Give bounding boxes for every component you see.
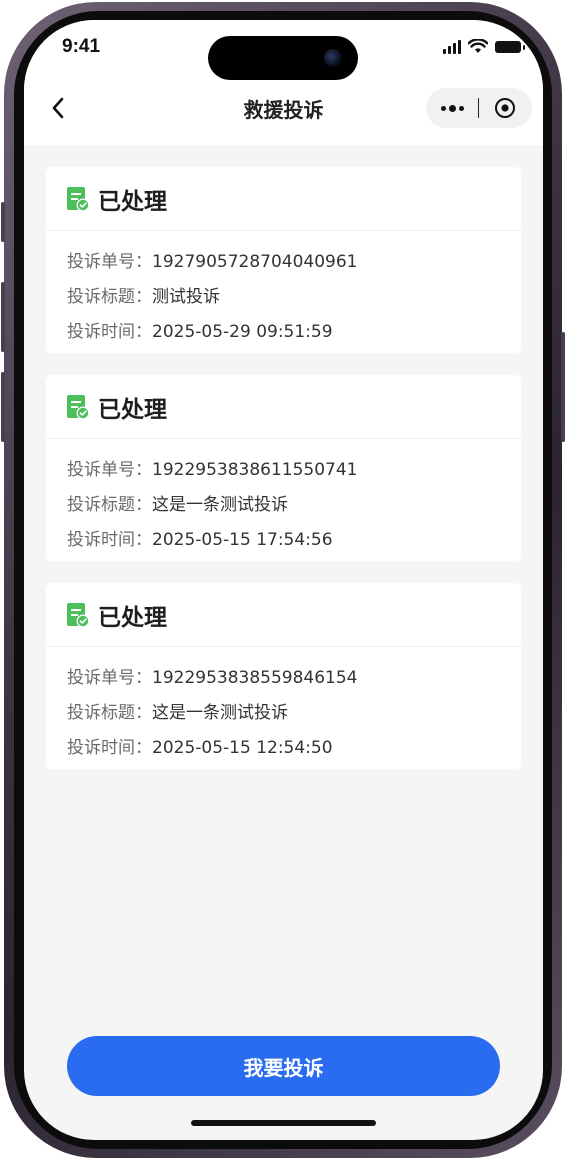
- complaint-number: 1922953838559846154: [152, 668, 358, 688]
- status-icons: [443, 39, 525, 54]
- field-label: 投诉时间：: [67, 322, 152, 342]
- card-body: 投诉单号：1922953838611550741 投诉标题：这是一条测试投诉 投…: [46, 439, 521, 558]
- mini-program-capsule: [426, 88, 532, 128]
- field-label: 投诉标题：: [67, 495, 152, 515]
- complaint-title: 测试投诉: [152, 287, 220, 307]
- complaint-number-row: 投诉单号：1927905728704040961: [67, 245, 521, 280]
- submit-complaint-button[interactable]: 我要投诉: [67, 1036, 500, 1096]
- field-label: 投诉标题：: [67, 287, 152, 307]
- document-check-icon: [67, 186, 90, 211]
- screen: 9:41 救援投诉 已处理 投诉单号：1927905728704040961 投…: [24, 20, 543, 1140]
- complaint-time-row: 投诉时间：2025-05-15 12:54:50: [67, 731, 521, 766]
- complaint-title-row: 投诉标题：测试投诉: [67, 280, 521, 315]
- field-label: 投诉单号：: [67, 668, 152, 688]
- status-label: 已处理: [98, 604, 167, 631]
- target-circle-icon: [495, 98, 515, 118]
- more-button[interactable]: [426, 88, 478, 128]
- document-check-icon: [67, 602, 90, 627]
- complaint-number: 1927905728704040961: [152, 252, 358, 272]
- card-header: 已处理: [46, 167, 521, 231]
- status-label: 已处理: [98, 396, 167, 423]
- complaint-card[interactable]: 已处理 投诉单号：1922953838559846154 投诉标题：这是一条测试…: [46, 583, 521, 769]
- top-bar: 9:41 救援投诉: [24, 20, 543, 147]
- complaint-time: 2025-05-15 17:54:56: [152, 530, 333, 550]
- field-label: 投诉时间：: [67, 530, 152, 550]
- complaint-card[interactable]: 已处理 投诉单号：1922953838611550741 投诉标题：这是一条测试…: [46, 375, 521, 561]
- field-label: 投诉标题：: [67, 703, 152, 723]
- complaint-number: 1922953838611550741: [152, 460, 358, 480]
- status-time: 9:41: [62, 36, 101, 57]
- card-header: 已处理: [46, 583, 521, 647]
- complaint-title: 这是一条测试投诉: [152, 703, 288, 723]
- card-body: 投诉单号：1927905728704040961 投诉标题：测试投诉 投诉时间：…: [46, 231, 521, 350]
- close-button[interactable]: [479, 88, 531, 128]
- card-body: 投诉单号：1922953838559846154 投诉标题：这是一条测试投诉 投…: [46, 647, 521, 766]
- action-button: [1, 202, 5, 242]
- cellular-signal-icon: [443, 39, 461, 54]
- field-label: 投诉时间：: [67, 738, 152, 758]
- complaint-title-row: 投诉标题：这是一条测试投诉: [67, 696, 521, 731]
- power-button: [561, 332, 565, 442]
- wifi-icon: [468, 39, 488, 53]
- home-indicator[interactable]: [191, 1120, 376, 1126]
- complaint-time-row: 投诉时间：2025-05-15 17:54:56: [67, 523, 521, 558]
- complaint-title: 这是一条测试投诉: [152, 495, 288, 515]
- complaint-card[interactable]: 已处理 投诉单号：1927905728704040961 投诉标题：测试投诉 投…: [46, 167, 521, 353]
- complaint-title-row: 投诉标题：这是一条测试投诉: [67, 488, 521, 523]
- complaint-time: 2025-05-29 09:51:59: [152, 322, 333, 342]
- dynamic-island: [208, 36, 358, 80]
- volume-up-button: [1, 282, 5, 352]
- status-label: 已处理: [98, 188, 167, 215]
- complaint-time-row: 投诉时间：2025-05-29 09:51:59: [67, 315, 521, 350]
- volume-down-button: [1, 372, 5, 442]
- complaint-number-row: 投诉单号：1922953838559846154: [67, 661, 521, 696]
- camera-icon: [324, 49, 342, 67]
- battery-icon: [495, 40, 525, 53]
- field-label: 投诉单号：: [67, 252, 152, 272]
- field-label: 投诉单号：: [67, 460, 152, 480]
- document-check-icon: [67, 394, 90, 419]
- more-dots-icon: [440, 105, 446, 111]
- complaint-list: 已处理 投诉单号：1927905728704040961 投诉标题：测试投诉 投…: [46, 167, 521, 791]
- card-header: 已处理: [46, 375, 521, 439]
- complaint-number-row: 投诉单号：1922953838611550741: [67, 453, 521, 488]
- complaint-time: 2025-05-15 12:54:50: [152, 738, 333, 758]
